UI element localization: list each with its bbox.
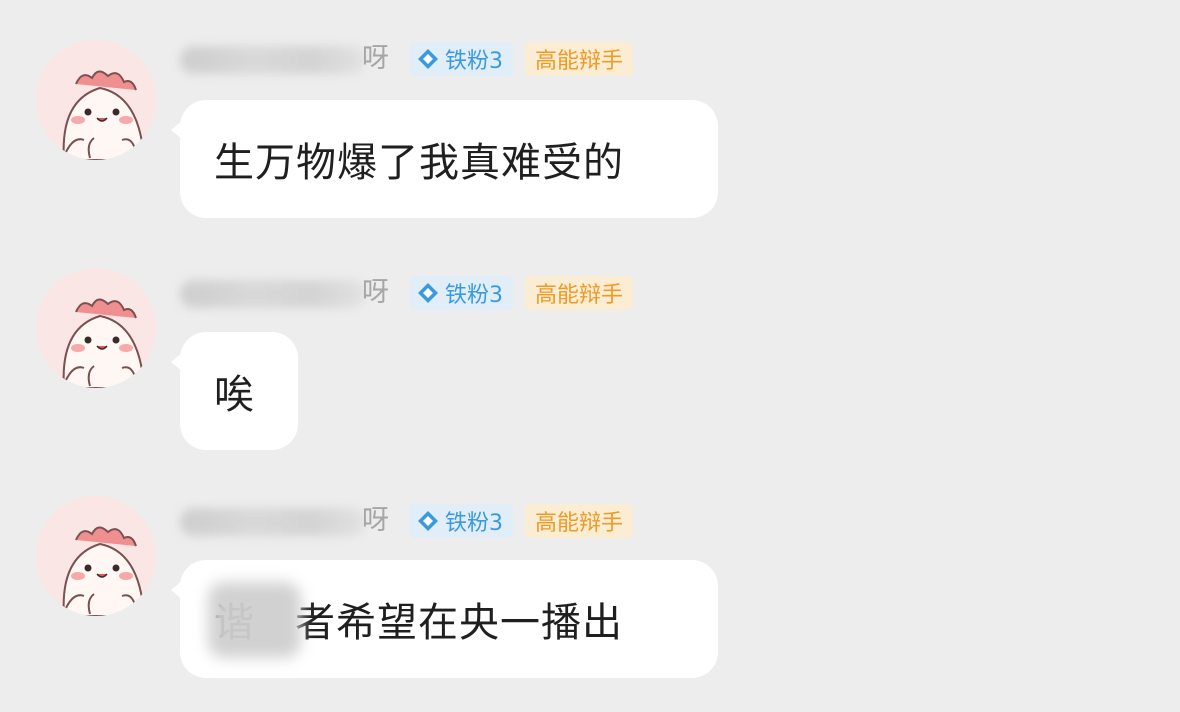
chat-thread: 呀 铁粉3 高能辩手 生万物爆了我真难受的 呀 铁粉3 高能辩手 唉 呀 铁粉3… bbox=[0, 0, 1180, 712]
username[interactable]: 呀 bbox=[180, 40, 392, 78]
avatar[interactable] bbox=[36, 268, 156, 388]
fan-badge-label: 铁粉3 bbox=[445, 49, 503, 74]
username-redaction bbox=[180, 508, 366, 536]
username[interactable]: 呀 bbox=[180, 502, 392, 540]
role-badge[interactable]: 高能辩手 bbox=[525, 276, 634, 310]
fan-badge-label: 铁粉3 bbox=[445, 283, 503, 308]
username[interactable]: 呀 bbox=[180, 274, 392, 312]
diamond-icon bbox=[418, 49, 438, 69]
fan-badge-label: 铁粉3 bbox=[445, 511, 503, 536]
username-tail: 呀 bbox=[362, 277, 389, 308]
redacted-text: 谐 bbox=[208, 582, 301, 658]
text-redaction bbox=[208, 582, 301, 658]
message-header: 呀 铁粉3 高能辩手 bbox=[180, 272, 634, 314]
message-bubble[interactable]: 生万物爆了我真难受的 bbox=[171, 100, 718, 218]
message-bubble[interactable]: 谐 者希望在央一播出 bbox=[171, 560, 718, 678]
avatar-illustration bbox=[36, 268, 156, 388]
message-text: 者希望在央一播出 bbox=[295, 600, 623, 646]
role-badge[interactable]: 高能辩手 bbox=[525, 42, 634, 76]
fan-badge[interactable]: 铁粉3 bbox=[410, 504, 513, 538]
message-text: 生万物爆了我真难受的 bbox=[214, 140, 624, 186]
message-text: 唉 bbox=[214, 372, 255, 418]
role-badge[interactable]: 高能辩手 bbox=[525, 504, 634, 538]
username-redaction bbox=[180, 280, 366, 308]
message-header: 呀 铁粉3 高能辩手 bbox=[180, 500, 634, 542]
avatar[interactable] bbox=[36, 496, 156, 616]
avatar-illustration bbox=[36, 496, 156, 616]
message-header: 呀 铁粉3 高能辩手 bbox=[180, 38, 634, 80]
message-bubble[interactable]: 唉 bbox=[171, 332, 298, 450]
avatar[interactable] bbox=[36, 40, 156, 160]
fan-badge[interactable]: 铁粉3 bbox=[410, 276, 513, 310]
username-tail: 呀 bbox=[362, 43, 389, 74]
username-redaction bbox=[180, 46, 366, 74]
diamond-icon bbox=[418, 511, 438, 531]
username-tail: 呀 bbox=[362, 505, 389, 536]
avatar-illustration bbox=[36, 40, 156, 160]
diamond-icon bbox=[418, 283, 438, 303]
fan-badge[interactable]: 铁粉3 bbox=[410, 42, 513, 76]
